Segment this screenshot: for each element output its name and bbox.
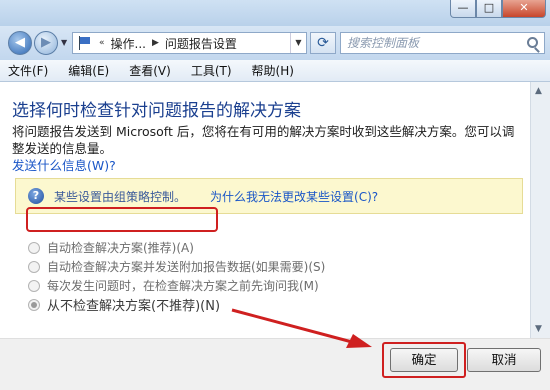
breadcrumb-separator-icon[interactable]: ▶ bbox=[152, 38, 159, 48]
search-placeholder: 搜索控制面板 bbox=[347, 36, 420, 50]
scroll-down-icon[interactable]: ▼ bbox=[535, 324, 542, 334]
menu-bar: 文件(F) 编辑(E) 查看(V) 工具(T) 帮助(H) bbox=[0, 60, 550, 82]
annotation-highlight-option bbox=[26, 207, 218, 232]
scroll-up-icon[interactable]: ▲ bbox=[535, 86, 542, 96]
menu-file[interactable]: 文件(F) bbox=[8, 62, 48, 79]
minimize-button[interactable]: — bbox=[450, 0, 476, 18]
maximize-button[interactable]: □ bbox=[476, 0, 502, 18]
search-input[interactable]: 搜索控制面板 bbox=[340, 32, 545, 54]
option-auto-check[interactable]: 自动检查解决方案(推荐)(A) bbox=[28, 238, 325, 257]
address-dropdown-icon[interactable]: ▼ bbox=[290, 33, 306, 53]
page-description: 将问题报告发送到 Microsoft 后，您将在有可用的解决方案时收到这些解决方… bbox=[12, 124, 515, 156]
option-never-check[interactable]: 从不检查解决方案(不推荐)(N) bbox=[28, 295, 325, 314]
group-policy-text: 某些设置由组策略控制。 bbox=[54, 189, 187, 204]
forward-button[interactable]: ▶ bbox=[34, 31, 58, 55]
radio-never-check[interactable] bbox=[28, 298, 40, 311]
recent-pages-dropdown-icon[interactable]: ▼ bbox=[61, 38, 67, 47]
menu-tools[interactable]: 工具(T) bbox=[191, 62, 232, 79]
breadcrumb-item-problem-report-settings[interactable]: 问题报告设置 bbox=[165, 35, 237, 52]
option-auto-check-send-data[interactable]: 自动检查解决方案并发送附加报告数据(如果需要)(S) bbox=[28, 257, 325, 276]
back-button[interactable]: ◀ bbox=[8, 31, 32, 55]
option-label: 每次发生问题时，在检查解决方案之前先询问我(M) bbox=[47, 279, 319, 293]
ok-button[interactable]: 确定 bbox=[390, 348, 458, 372]
menu-edit[interactable]: 编辑(E) bbox=[68, 62, 109, 79]
option-ask-me[interactable]: 每次发生问题时，在检查解决方案之前先询问我(M) bbox=[28, 276, 325, 295]
vertical-scrollbar[interactable]: ▲ ▼ bbox=[530, 82, 550, 338]
page-title: 选择何时检查针对问题报告的解决方案 bbox=[12, 101, 301, 121]
option-label: 从不检查解决方案(不推荐)(N) bbox=[47, 299, 221, 314]
breadcrumb-overflow-icon[interactable]: « bbox=[99, 38, 105, 48]
cancel-button[interactable]: 取消 bbox=[467, 348, 541, 372]
close-button[interactable]: ✕ bbox=[502, 0, 546, 18]
address-toolbar: ◀ ▶ ▼ « 操作... ▶ 问题报告设置 ▼ ⟳ 搜索控制面板 bbox=[0, 26, 550, 60]
title-bar: — □ ✕ bbox=[0, 0, 550, 26]
action-center-flag-icon bbox=[77, 36, 93, 50]
dialog-button-bar: 确定 取消 bbox=[0, 338, 550, 390]
menu-help[interactable]: 帮助(H) bbox=[252, 62, 294, 79]
search-icon[interactable] bbox=[527, 37, 538, 48]
breadcrumb-item-operation[interactable]: 操作... bbox=[111, 35, 146, 52]
option-label: 自动检查解决方案并发送附加报告数据(如果需要)(S) bbox=[47, 260, 326, 274]
help-question-icon: ? bbox=[28, 188, 44, 204]
radio-ask-me[interactable] bbox=[28, 279, 40, 292]
radio-auto-check-send-data[interactable] bbox=[28, 260, 40, 273]
radio-auto-check[interactable] bbox=[28, 241, 40, 254]
what-info-sent-link[interactable]: 发送什么信息(W)? bbox=[12, 155, 116, 174]
solution-options: 自动检查解决方案(推荐)(A) 自动检查解决方案并发送附加报告数据(如果需要)(… bbox=[28, 238, 325, 314]
window-controls: — □ ✕ bbox=[450, 0, 546, 18]
option-label: 自动检查解决方案(推荐)(A) bbox=[47, 241, 194, 255]
refresh-button[interactable]: ⟳ bbox=[310, 32, 336, 54]
why-cant-change-link[interactable]: 为什么我无法更改某些设置(C)? bbox=[210, 188, 378, 205]
address-bar[interactable]: « 操作... ▶ 问题报告设置 ▼ bbox=[72, 32, 307, 54]
menu-view[interactable]: 查看(V) bbox=[129, 62, 171, 79]
